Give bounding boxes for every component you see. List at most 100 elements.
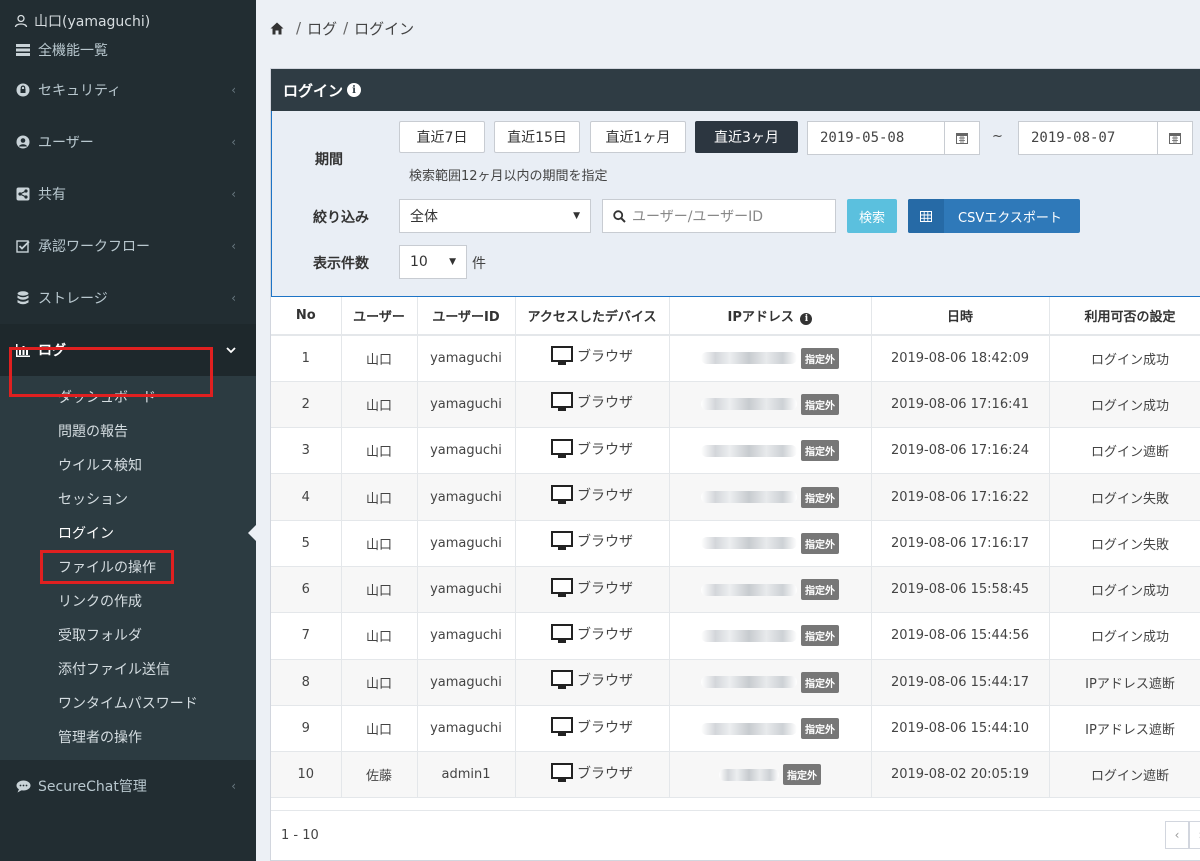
ip-wrap: 指定外 — [701, 393, 839, 415]
cell-device: ブラウザ — [515, 473, 670, 521]
period-1month-button[interactable]: 直近1ヶ月 — [590, 121, 686, 153]
period-label: 期間 — [315, 152, 343, 168]
monitor-icon — [551, 762, 573, 783]
ip-redacted — [701, 491, 797, 504]
device-wrap: ブラウザ — [551, 716, 633, 737]
col-header-user-id[interactable]: ユーザーID — [417, 297, 516, 336]
unspecified-badge: 指定外 — [801, 440, 839, 462]
sidebar-subitem-attachment[interactable]: 添付ファイル送信 — [0, 652, 256, 686]
sidebar-subitem-otp[interactable]: ワンタイムパスワード — [0, 686, 256, 720]
cell-user: 山口 — [341, 520, 418, 567]
breadcrumb-log[interactable]: ログ — [307, 18, 337, 39]
sidebar-item-workflow[interactable]: 承認ワークフロー ‹ — [0, 220, 256, 272]
sidebar-item-label: ユーザー — [38, 135, 94, 151]
cell-ip: 指定外 — [669, 566, 872, 614]
device-label: ブラウザ — [577, 719, 633, 736]
monitor-icon — [551, 623, 573, 644]
sidebar-item-users[interactable]: ユーザー ‹ — [0, 116, 256, 168]
date-to-input[interactable]: 2019-08-07 — [1018, 121, 1158, 155]
cell-ip: 指定外 — [669, 705, 872, 753]
cell-no: 8 — [271, 659, 342, 706]
ip-wrap: 指定外 — [701, 579, 839, 601]
cell-status: ログイン成功 — [1049, 612, 1200, 660]
cell-status: ログイン遮断 — [1049, 751, 1200, 799]
search-input[interactable]: ユーザー/ユーザーID — [602, 199, 836, 233]
device-label: ブラウザ — [577, 626, 633, 643]
calendar-icon[interactable] — [944, 121, 980, 155]
cell-no: 3 — [271, 427, 342, 475]
cell-ip: 指定外 — [669, 381, 872, 429]
ip-wrap: 指定外 — [701, 532, 839, 554]
sidebar-subitem-session[interactable]: セッション — [0, 482, 256, 516]
info-icon[interactable]: i — [800, 313, 813, 325]
device-wrap: ブラウザ — [551, 438, 633, 459]
col-header-status[interactable]: 利用可否の設定 — [1049, 297, 1200, 336]
sidebar-item-all-functions[interactable]: 全機能一覧 — [0, 36, 256, 64]
ip-redacted — [701, 537, 797, 550]
highlight-box-log — [9, 347, 213, 397]
sidebar-subitem-receive-folder[interactable]: 受取フォルダ — [0, 618, 256, 652]
monitor-icon — [551, 670, 573, 690]
csv-export-button[interactable]: CSVエクスポート — [908, 199, 1080, 233]
sidebar-subitem-virus[interactable]: ウイルス検知 — [0, 448, 256, 482]
login-log-panel: ログイン i 期間 直近7日 直近15日 直近1ヶ月 直近3ヶ月 2019-05… — [270, 68, 1200, 861]
sidebar-subitem-link-create[interactable]: リンクの作成 — [0, 584, 256, 618]
sidebar-item-share[interactable]: 共有 ‹ — [0, 168, 256, 220]
sidebar-subitem-login[interactable]: ログイン — [0, 516, 256, 550]
period-3months-button[interactable]: 直近3ヶ月 — [695, 121, 798, 153]
col-header-user[interactable]: ユーザー — [341, 297, 418, 336]
next-page-button[interactable]: › — [1189, 821, 1200, 849]
device-label: ブラウザ — [577, 349, 633, 366]
unspecified-badge: 指定外 — [801, 347, 839, 369]
cell-status: IPアドレス遮断 — [1049, 705, 1200, 753]
ip-redacted — [701, 629, 797, 642]
cell-device: ブラウザ — [515, 612, 670, 660]
chevron-left-icon: ‹ — [231, 239, 236, 253]
period-hint: 検索範囲12ヶ月以内の期間を指定 — [409, 169, 608, 184]
col-header-device[interactable]: アクセスしたデバイス — [515, 297, 670, 336]
table-body: 1 山口 yamaguchi ブラウザ 指定外 2019-08-06 18:42:09 ログ… — [271, 335, 1200, 799]
search-button[interactable]: 検索 — [847, 199, 897, 233]
table-row: 7 山口 yamaguchi ブラウザ 指定外 2019-08-06 15:44:56 ログ… — [271, 612, 1200, 660]
sidebar: 山口(yamaguchi) 全機能一覧 セキュリティ ‹ ユーザー ‹ 共有 ‹… — [0, 0, 256, 861]
sidebar-subitem-reports[interactable]: 問題の報告 — [0, 414, 256, 448]
cell-user: 佐藤 — [341, 751, 418, 799]
calendar-icon[interactable] — [1157, 121, 1193, 155]
period-7days-button[interactable]: 直近7日 — [399, 121, 485, 153]
cell-ip: 指定外 — [669, 520, 872, 567]
sidebar-item-security[interactable]: セキュリティ ‹ — [0, 64, 256, 116]
date-from-input[interactable]: 2019-05-08 — [807, 121, 945, 155]
period-15days-button[interactable]: 直近15日 — [494, 121, 580, 153]
col-header-ip[interactable]: IPアドレス i — [669, 297, 872, 336]
cell-ip: 指定外 — [669, 612, 872, 660]
cell-user: 山口 — [341, 381, 418, 429]
col-header-no[interactable]: No — [271, 297, 342, 336]
sidebar-subitem-admin-ops[interactable]: 管理者の操作 — [0, 720, 256, 754]
ip-wrap: 指定外 — [701, 718, 839, 740]
cell-ip: 指定外 — [669, 473, 872, 521]
sidebar-item-storage[interactable]: ストレージ ‹ — [0, 272, 256, 324]
ip-wrap: 指定外 — [701, 486, 839, 508]
list-icon — [14, 44, 32, 56]
cell-user: 山口 — [341, 473, 418, 521]
prev-page-button[interactable]: ‹ — [1165, 821, 1189, 849]
unspecified-badge: 指定外 — [801, 532, 839, 554]
monitor-icon — [551, 577, 573, 598]
home-icon[interactable] — [270, 22, 284, 35]
sidebar-item-securechat[interactable]: SecureChat管理 ‹ — [0, 764, 256, 808]
info-icon[interactable]: i — [347, 83, 362, 97]
cell-user: 山口 — [341, 566, 418, 614]
share-icon — [14, 187, 32, 201]
table-footer: 1 - 10 ‹ › — [271, 810, 1200, 860]
col-header-datetime[interactable]: 日時 — [871, 297, 1050, 336]
narrow-select[interactable]: 全体 ▼ — [399, 199, 591, 233]
ip-wrap: 指定外 — [701, 625, 839, 647]
unspecified-badge: 指定外 — [783, 764, 821, 786]
ip-redacted — [701, 352, 797, 365]
device-wrap: ブラウザ — [551, 346, 633, 366]
monitor-icon — [551, 531, 573, 551]
cell-user-id: yamaguchi — [417, 427, 516, 475]
count-select[interactable]: 10 ▼ — [399, 245, 467, 279]
login-log-table: No ユーザー ユーザーID アクセスしたデバイス IPアドレス i 日時 利用… — [271, 297, 1200, 799]
cell-device: ブラウザ — [515, 659, 670, 706]
